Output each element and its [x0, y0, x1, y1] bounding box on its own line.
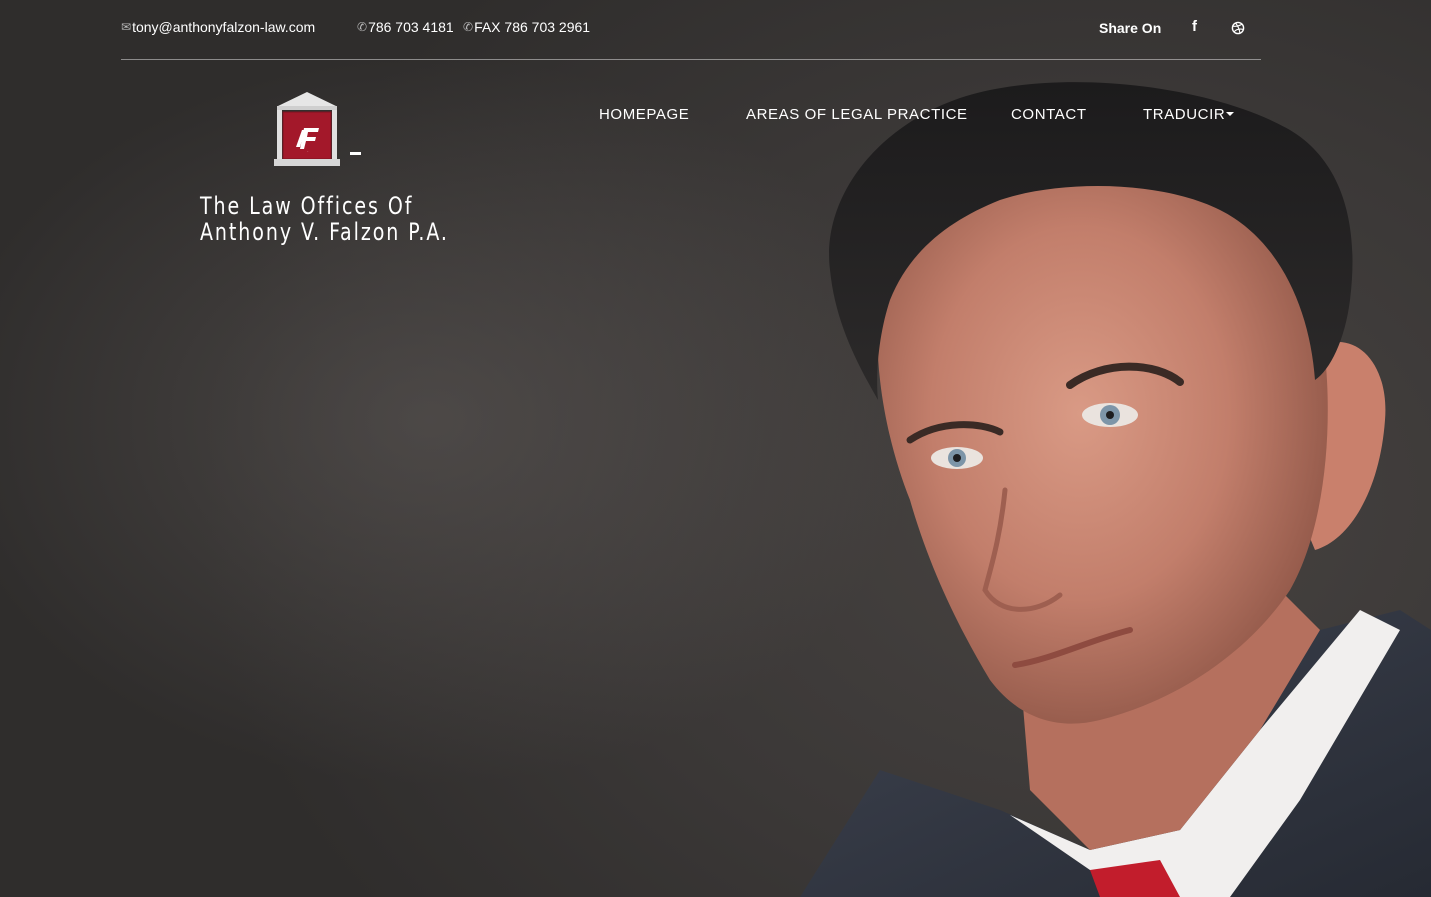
facebook-icon[interactable]: f	[1192, 18, 1197, 35]
nav-traducir-label: TRADUCIR	[1143, 106, 1226, 123]
firm-name-line1: The Law Offices Of	[200, 192, 414, 220]
hero-section: ✉ tony@anthonyfalzon-law.com ✆ 786 703 4…	[0, 0, 1431, 897]
phone-contact[interactable]: ✆ 786 703 4181	[357, 19, 454, 35]
caret-down-icon	[1226, 112, 1235, 117]
top-contact-bar: ✉ tony@anthonyfalzon-law.com ✆ 786 703 4…	[121, 0, 1261, 60]
nav-traducir-dropdown[interactable]: TRADUCIR	[1143, 106, 1235, 123]
phone-icon: ✆	[357, 20, 368, 34]
fax-contact: ✆ FAX 786 703 2961	[463, 19, 590, 35]
dribbble-icon[interactable]	[1231, 21, 1245, 35]
email-text[interactable]: tony@anthonyfalzon-law.com	[132, 19, 315, 35]
attorney-portrait	[800, 82, 1431, 897]
fax-phone-icon: ✆	[463, 20, 474, 34]
firm-name[interactable]: The Law Offices Of Anthony V. Falzon P.A…	[200, 193, 449, 245]
nav-contact[interactable]: CONTACT	[1011, 106, 1087, 123]
firm-name-line2: Anthony V. Falzon P.A.	[200, 218, 449, 246]
logo-dash	[350, 152, 361, 155]
phone-text[interactable]: 786 703 4181	[368, 19, 454, 35]
courthouse-logo[interactable]: AF	[274, 92, 340, 166]
nav-areas-of-legal-practice[interactable]: AREAS OF LEGAL PRACTICE	[746, 106, 968, 123]
envelope-icon: ✉	[121, 20, 132, 34]
fax-text: FAX 786 703 2961	[474, 19, 591, 35]
share-on-label: Share On	[1099, 20, 1162, 36]
nav-homepage[interactable]: HOMEPAGE	[599, 106, 689, 123]
email-contact[interactable]: ✉ tony@anthonyfalzon-law.com	[121, 19, 315, 35]
